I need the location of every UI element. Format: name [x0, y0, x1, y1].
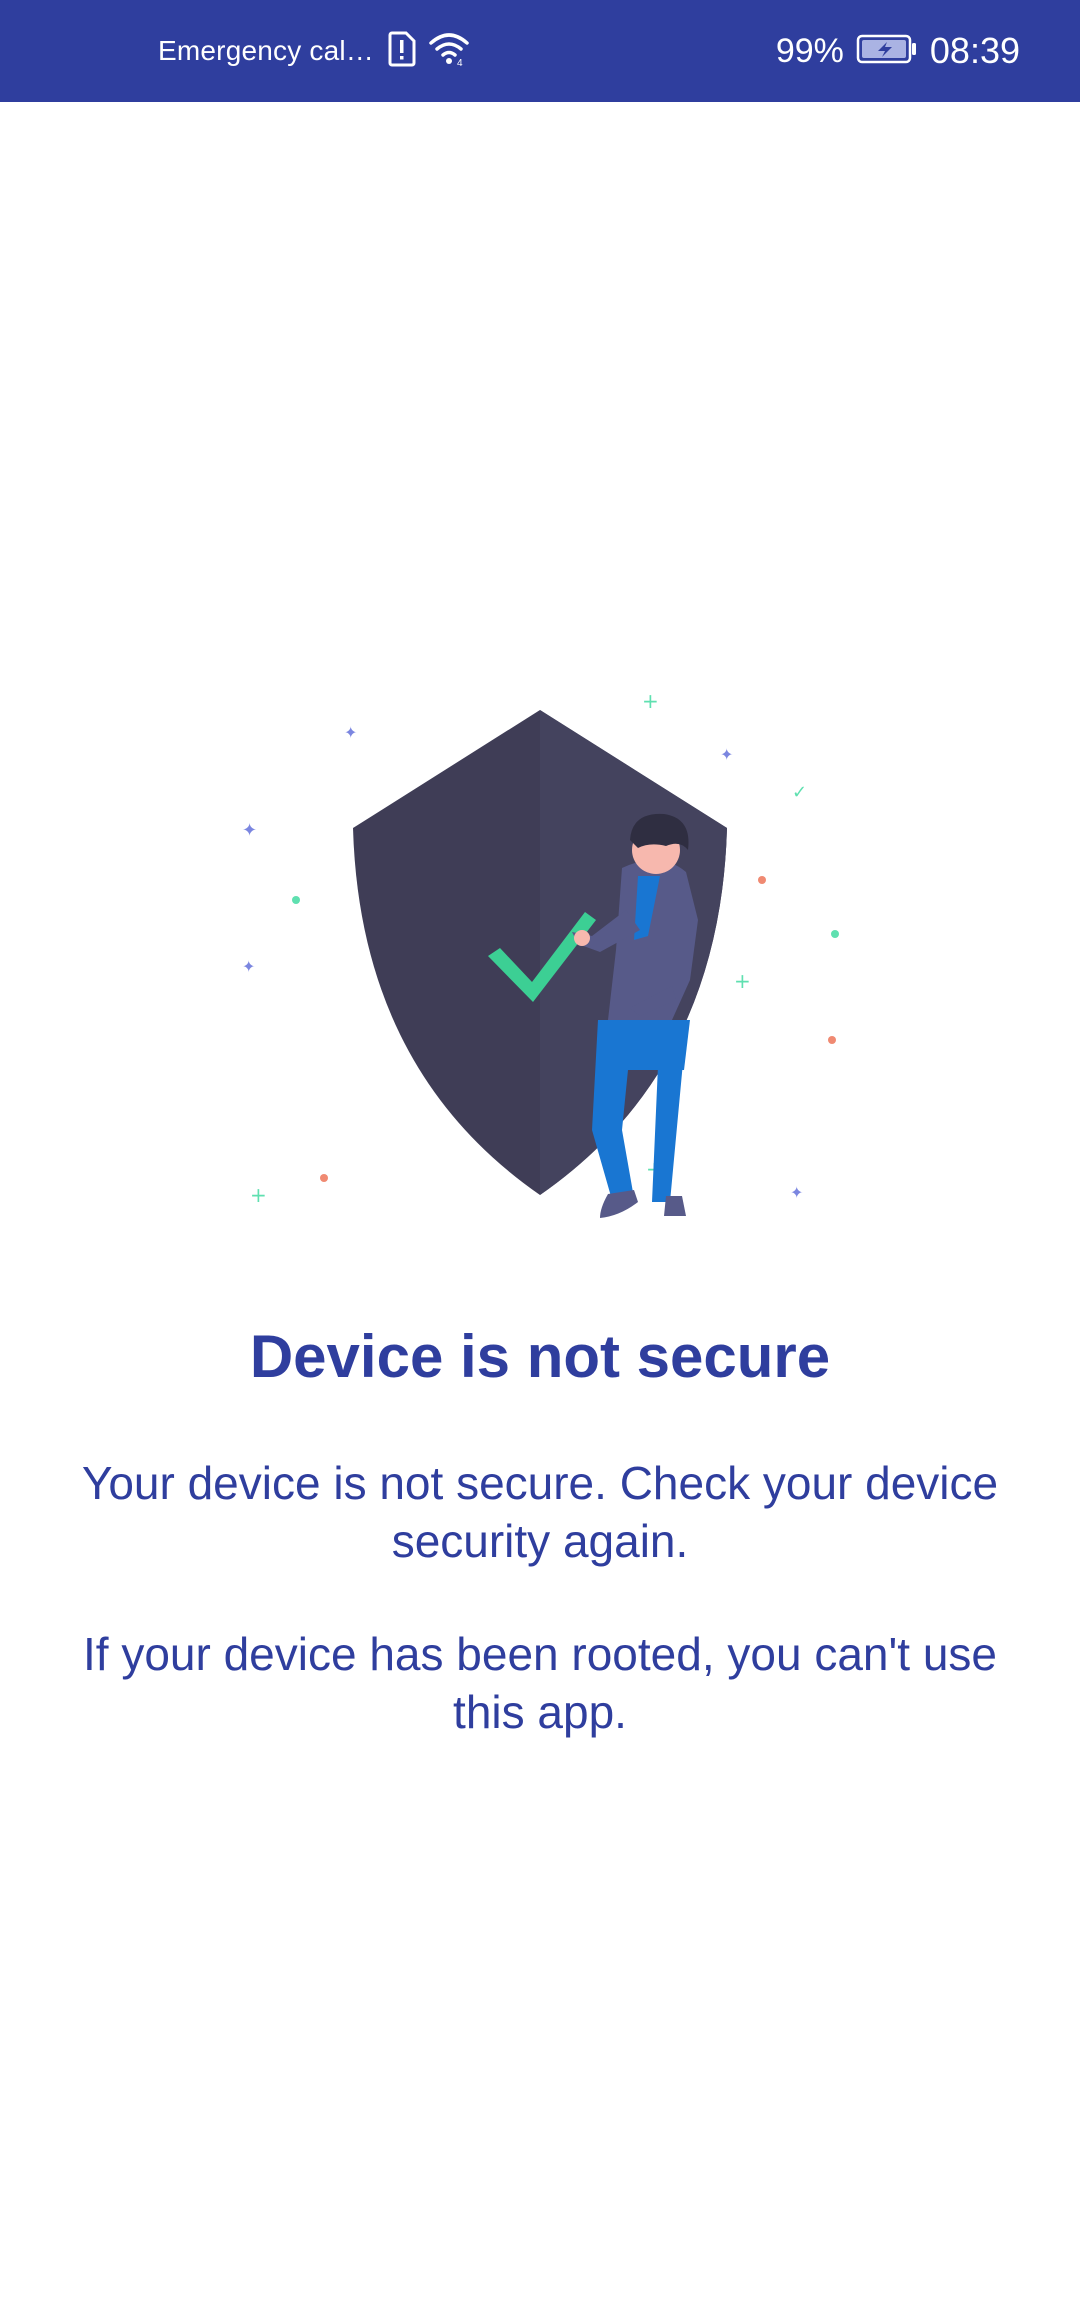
- svg-text:✦: ✦: [790, 1183, 803, 1202]
- page-title: Device is not secure: [249, 1323, 831, 1390]
- security-message: Your device is not secure. Check your de…: [81, 1457, 999, 1567]
- svg-text:✦: ✦: [344, 723, 357, 742]
- svg-text:✦: ✦: [242, 957, 255, 976]
- sim-alert-icon: [386, 31, 416, 72]
- svg-text:+: +: [250, 1183, 267, 1207]
- svg-text:✓: ✓: [792, 782, 807, 803]
- svg-text:+: +: [642, 690, 659, 713]
- svg-text:+: +: [734, 969, 751, 993]
- svg-text:✦: ✦: [720, 745, 733, 764]
- svg-text:✦: ✦: [242, 820, 257, 841]
- battery-percent: 99%: [775, 31, 844, 70]
- battery-charging-icon: [856, 34, 918, 69]
- carrier-text: Emergency cal…: [158, 35, 374, 66]
- svg-text:4: 4: [457, 58, 463, 67]
- wifi-icon: 4: [428, 31, 470, 72]
- shield-check-person-illustration: ✦ ✦ ✦ ✦ ✦ + + + + ✓: [220, 689, 860, 1250]
- status-bar: Emergency cal… 4 99% 08:39: [0, 0, 1080, 102]
- screen: Emergency cal… 4 99% 08:39 ✦ ✦ ✦ ✦ ✦ + +…: [0, 0, 1080, 2310]
- rooted-warning-message: If your device has been rooted, you can'…: [82, 1628, 998, 1738]
- clock: 08:39: [929, 30, 1020, 71]
- status-left: Emergency cal… 4: [158, 0, 470, 102]
- status-right: 99% 08:39: [776, 0, 1020, 102]
